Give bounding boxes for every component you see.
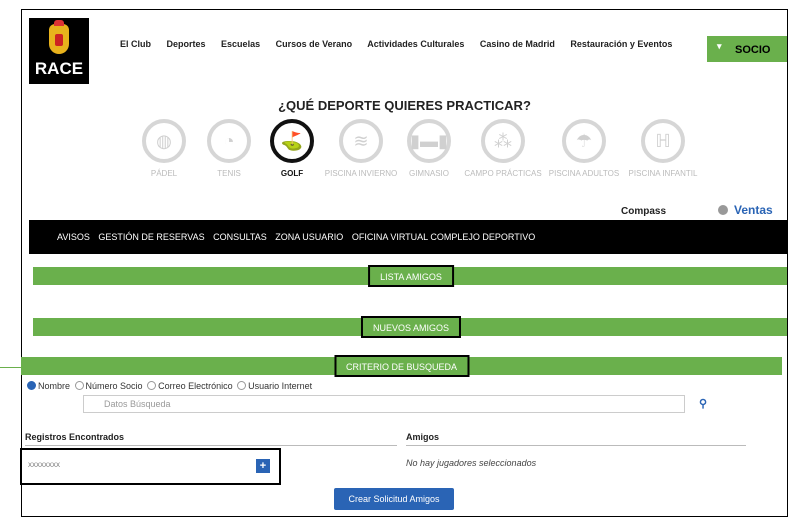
menu-item-avisos[interactable]: AVISOS bbox=[57, 232, 90, 242]
search-criteria-options: Nombre Número Socio Correo Electrónico U… bbox=[25, 381, 312, 391]
sport-piscina-adultos[interactable]: ☂ PISCINA ADULTOS bbox=[544, 119, 624, 178]
compass-link[interactable]: Compass bbox=[621, 206, 666, 217]
radio-label: Correo Electrónico bbox=[158, 381, 233, 391]
nav-item-restauracion[interactable]: Restauración y Eventos bbox=[570, 39, 672, 49]
padel-icon: ◍ bbox=[156, 131, 172, 151]
menu-item-gestion-reservas[interactable]: GESTIÓN DE RESERVAS bbox=[98, 232, 204, 242]
sport-golf[interactable]: ⛳ GOLF bbox=[252, 119, 332, 178]
sport-label: GOLF bbox=[280, 169, 304, 178]
beach-umbrella-icon: ☂ bbox=[575, 131, 593, 151]
socio-button[interactable]: ▾ SOCIO bbox=[707, 36, 787, 62]
ventas-label: Ventas bbox=[734, 203, 773, 217]
lista-amigos-label: LISTA AMIGOS bbox=[368, 265, 454, 287]
sport-campo-practicas[interactable]: ⁂ CAMPO PRÁCTICAS bbox=[463, 119, 543, 178]
search-icon[interactable]: ⚲ bbox=[699, 397, 707, 410]
sport-label: PISCINA INFANTIL bbox=[628, 169, 698, 178]
sport-label: PISCINA ADULTOS bbox=[548, 169, 620, 178]
radio-label: Usuario Internet bbox=[248, 381, 313, 391]
radio-usuario-internet[interactable] bbox=[237, 381, 247, 390]
friends-header: Amigos bbox=[406, 432, 440, 442]
nav-item-el-club[interactable]: El Club bbox=[120, 39, 151, 49]
radio-label: Número Socio bbox=[85, 381, 143, 391]
callout-pointer-line bbox=[0, 367, 21, 368]
search-placeholder: Datos Búsqueda bbox=[104, 399, 171, 409]
nav-item-escuelas[interactable]: Escuelas bbox=[221, 39, 260, 49]
gear-icon bbox=[718, 205, 728, 215]
criterio-busqueda-label: CRITERIO DE BUSQUEDA bbox=[333, 355, 470, 377]
add-friend-button[interactable]: + bbox=[256, 459, 270, 473]
sport-question-heading: ¿QUÉ DEPORTE QUIERES PRACTICAR? bbox=[278, 98, 531, 113]
search-input[interactable]: Datos Búsqueda bbox=[83, 395, 685, 413]
lista-amigos-bar[interactable]: LISTA AMIGOS bbox=[33, 265, 787, 287]
radio-nombre[interactable] bbox=[27, 381, 36, 390]
no-players-message: No hay jugadores seleccionados bbox=[406, 458, 537, 468]
radio-label: Nombre bbox=[38, 381, 71, 391]
divider bbox=[406, 445, 746, 446]
sport-label: GIMNASIO bbox=[408, 169, 449, 178]
section-menu-bar: AVISOS GESTIÓN DE RESERVAS CONSULTAS ZON… bbox=[29, 220, 787, 254]
golf-icon: ⛳ bbox=[280, 131, 304, 151]
pool-ladder-icon: ℍ bbox=[655, 131, 671, 151]
swimming-icon: ≋ bbox=[353, 131, 369, 151]
logo-text: RACE bbox=[34, 59, 84, 78]
main-nav: El Club Deportes Escuelas Cursos de Vera… bbox=[120, 39, 685, 49]
dumbbell-icon: ▮▬▮ bbox=[410, 131, 448, 151]
chevron-down-icon: ▾ bbox=[717, 41, 722, 51]
app-frame: RACE El Club Deportes Escuelas Cursos de… bbox=[21, 9, 788, 517]
nav-item-casino-madrid[interactable]: Casino de Madrid bbox=[480, 39, 555, 49]
found-header: Registros Encontrados bbox=[25, 432, 125, 442]
nuevos-amigos-label: NUEVOS AMIGOS bbox=[360, 316, 462, 338]
menu-item-consultas[interactable]: CONSULTAS bbox=[213, 232, 267, 242]
nav-item-actividades-culturales[interactable]: Actividades Culturales bbox=[367, 39, 464, 49]
ventas-link[interactable]: Ventas bbox=[718, 203, 773, 217]
crear-solicitud-button[interactable]: Crear Solicitud Amigos bbox=[334, 488, 454, 510]
sport-gimnasio[interactable]: ▮▬▮ GIMNASIO bbox=[389, 119, 469, 178]
sport-label: CAMPO PRÁCTICAS bbox=[464, 169, 542, 178]
tennis-icon: ◔ bbox=[223, 131, 235, 151]
menu-item-oficina-virtual[interactable]: OFICINA VIRTUAL COMPLEJO DEPORTIVO bbox=[352, 232, 535, 242]
nav-item-deportes[interactable]: Deportes bbox=[167, 39, 206, 49]
menu-item-zona-usuario[interactable]: ZONA USUARIO bbox=[275, 232, 343, 242]
radio-correo[interactable] bbox=[147, 381, 157, 390]
sport-piscina-infantil[interactable]: ℍ PISCINA INFANTIL bbox=[623, 119, 703, 178]
divider bbox=[25, 445, 397, 446]
radio-numero-socio[interactable] bbox=[74, 381, 84, 390]
found-record-value: XXXXXXXX bbox=[28, 463, 61, 469]
found-record-row: XXXXXXXX + bbox=[20, 448, 281, 485]
race-logo[interactable]: RACE bbox=[29, 18, 89, 84]
criterio-busqueda-bar[interactable]: CRITERIO DE BUSQUEDA bbox=[21, 355, 782, 377]
golf-balls-icon: ⁂ bbox=[494, 131, 512, 151]
socio-label: SOCIO bbox=[735, 44, 771, 56]
nav-item-cursos-verano[interactable]: Cursos de Verano bbox=[276, 39, 353, 49]
nuevos-amigos-bar[interactable]: NUEVOS AMIGOS bbox=[33, 316, 787, 338]
crest-icon bbox=[49, 20, 69, 54]
